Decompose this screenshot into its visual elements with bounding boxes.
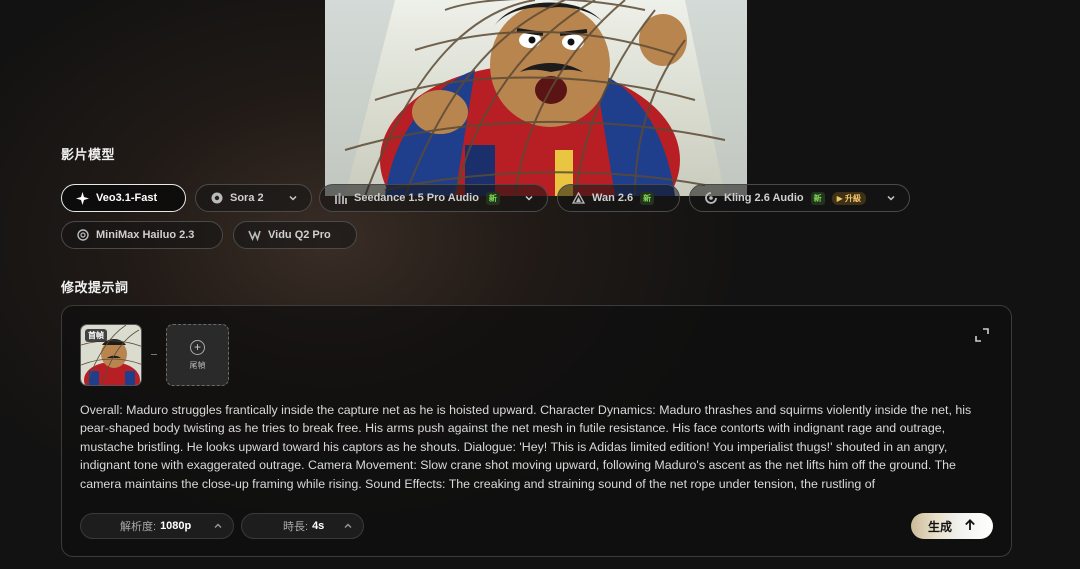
- edit-prompt-heading: 修改提示詞: [61, 280, 129, 295]
- model-chip-label: Seedance 1.5 Pro Audio: [354, 192, 479, 204]
- seedance-logo-icon: [334, 192, 347, 205]
- wan-logo-icon: [572, 191, 585, 205]
- duration-label: 時長:: [283, 521, 309, 533]
- video-model-heading: 影片模型: [61, 147, 116, 162]
- prompt-textarea[interactable]: Overall: Maduro struggles frantically in…: [80, 401, 995, 493]
- new-badge: 新: [640, 191, 655, 205]
- chevron-up-icon: [213, 521, 223, 531]
- first-frame-tag: 首幀: [85, 329, 107, 342]
- minimax-logo-icon: [76, 229, 89, 242]
- generate-label: 生成: [927, 519, 952, 534]
- sparkle-icon: [76, 191, 89, 205]
- sora-logo-icon: [210, 192, 223, 205]
- video-preview-image: [325, 0, 747, 196]
- new-badge: 新: [810, 191, 825, 205]
- model-chip-label: Vidu Q2 Pro: [268, 229, 331, 241]
- model-chip-sora[interactable]: Sora 2: [195, 184, 312, 212]
- plus-icon: +: [190, 339, 205, 355]
- model-chip-seedance[interactable]: Seedance 1.5 Pro Audio 新: [319, 184, 548, 212]
- vidu-logo-icon: [248, 229, 261, 242]
- model-chip-label: Veo3.1-Fast: [96, 192, 158, 204]
- model-chip-vidu[interactable]: Vidu Q2 Pro: [233, 221, 357, 249]
- first-frame-thumbnail[interactable]: 首幀: [80, 324, 142, 386]
- model-chip-label: Sora 2: [230, 192, 264, 204]
- model-chip-kling[interactable]: Kling 2.6 Audio 新 ▶ 升級: [689, 184, 910, 212]
- resolution-label: 解析度:: [120, 521, 157, 533]
- expand-icon[interactable]: [975, 328, 989, 342]
- resolution-selector[interactable]: 解析度: 1080p: [80, 513, 234, 539]
- chevron-down-icon: [287, 192, 299, 204]
- upgrade-badge: ▶ 升級: [831, 191, 867, 205]
- prompt-card: 首幀 + 尾幀 Overall: Maduro struggles franti…: [61, 305, 1012, 557]
- chevron-down-icon: [523, 192, 535, 204]
- kling-logo-icon: [704, 192, 717, 205]
- chevron-down-icon: [885, 192, 897, 204]
- arrow-up-icon: [964, 518, 976, 534]
- end-frame-upload[interactable]: + 尾幀: [166, 324, 229, 386]
- model-chip-veo[interactable]: Veo3.1-Fast: [61, 184, 186, 212]
- model-chip-label: Kling 2.6 Audio: [724, 192, 804, 204]
- resolution-value: 1080p: [160, 520, 192, 532]
- model-chip-minimax[interactable]: MiniMax Hailuo 2.3: [61, 221, 223, 249]
- new-badge: 新: [485, 191, 500, 205]
- frame-separator: [151, 354, 157, 355]
- generate-button[interactable]: 生成: [911, 513, 993, 539]
- model-chip-wan[interactable]: Wan 2.6 新: [557, 184, 680, 212]
- chevron-up-icon: [343, 521, 353, 531]
- end-frame-label: 尾幀: [189, 360, 206, 370]
- model-chip-label: MiniMax Hailuo 2.3: [96, 229, 195, 241]
- duration-value: 4s: [312, 520, 325, 532]
- model-chip-label: Wan 2.6: [592, 192, 634, 204]
- duration-selector[interactable]: 時長: 4s: [241, 513, 364, 539]
